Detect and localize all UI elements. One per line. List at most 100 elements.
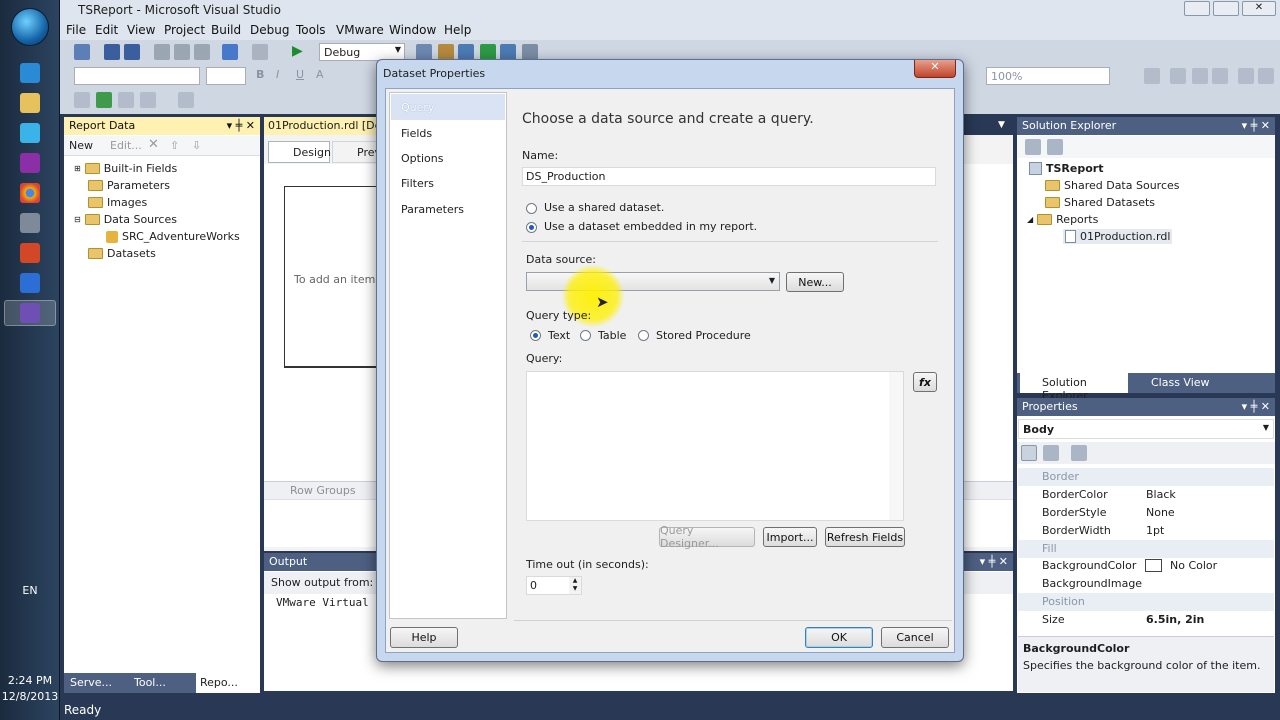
ie-taskbar-icon[interactable] xyxy=(4,60,56,86)
class-view-tab[interactable]: Class View xyxy=(1151,376,1210,389)
menu-window[interactable]: Window xyxy=(389,23,436,37)
tree-data-sources[interactable]: ⊟ Data Sources xyxy=(74,213,177,226)
ok-button[interactable]: OK xyxy=(805,627,873,648)
reports-node[interactable]: ◢ Reports xyxy=(1027,213,1098,226)
help-button[interactable]: Help xyxy=(390,627,458,648)
solution-explorer-icon[interactable] xyxy=(500,44,516,60)
nav-parameters[interactable]: Parameters xyxy=(401,203,464,216)
start-debug-icon[interactable]: ▶ xyxy=(292,43,303,59)
align-middles-icon[interactable] xyxy=(1238,68,1254,84)
menu-view[interactable]: View xyxy=(127,23,155,37)
copy-icon[interactable] xyxy=(174,44,190,60)
tree-datasource-item[interactable]: SRC_AdventureWorks xyxy=(106,230,240,243)
query-designer-button[interactable]: Query Designer... xyxy=(659,524,755,550)
server-explorer-tab[interactable]: Serve... xyxy=(70,676,112,689)
onenote-taskbar-icon[interactable] xyxy=(4,150,56,176)
shared-data-sources-node[interactable]: Shared Data Sources xyxy=(1045,179,1180,192)
menu-build[interactable]: Build xyxy=(211,23,241,37)
query-type-text-label[interactable]: Text xyxy=(548,329,570,342)
properties-icon[interactable] xyxy=(458,44,474,60)
font-color-icon[interactable]: A xyxy=(316,68,324,81)
cancel-button[interactable]: Cancel xyxy=(881,627,949,648)
paste-icon[interactable] xyxy=(194,44,210,60)
command-window-icon[interactable] xyxy=(522,44,538,60)
query-textbox[interactable] xyxy=(526,371,904,521)
save-icon[interactable] xyxy=(104,44,120,60)
nav-options[interactable]: Options xyxy=(401,152,443,165)
undo-icon[interactable] xyxy=(222,44,238,60)
import-button[interactable]: Import... xyxy=(763,527,817,547)
language-indicator[interactable]: EN xyxy=(0,584,60,597)
layout-icon-2[interactable] xyxy=(96,92,112,108)
tree-images[interactable]: Images xyxy=(88,196,147,209)
prop-background-image[interactable]: BackgroundImage xyxy=(1018,575,1274,593)
app2-taskbar-icon[interactable] xyxy=(4,270,56,296)
prop-size[interactable]: Size 6.5in, 2in xyxy=(1018,611,1274,629)
solution-explorer-tab[interactable]: Solution Explorer xyxy=(1020,373,1128,402)
layout-icon-1[interactable] xyxy=(74,92,90,108)
prop-border-width[interactable]: BorderWidth 1pt xyxy=(1018,522,1274,540)
align-rights-icon[interactable] xyxy=(1192,68,1208,84)
redo-icon[interactable] xyxy=(252,44,268,60)
chrome-taskbar-icon[interactable] xyxy=(4,180,56,206)
shared-dataset-label[interactable]: Use a shared dataset. xyxy=(544,201,664,214)
toolbox-tab[interactable]: Tool... xyxy=(134,676,166,689)
new-datasource-button[interactable]: New... xyxy=(786,272,844,292)
move-up-icon[interactable]: ⇧ xyxy=(170,139,179,152)
prop-border-color[interactable]: BorderColor Black xyxy=(1018,486,1274,504)
object-selector[interactable]: Body ▼ xyxy=(1018,419,1274,439)
query-type-text-radio[interactable] xyxy=(530,330,541,341)
properties-view-icon[interactable] xyxy=(1025,139,1041,155)
object-browser-icon[interactable] xyxy=(480,44,496,60)
delete-icon[interactable]: ✕ xyxy=(148,137,159,152)
close-window-button[interactable]: ✕ xyxy=(1242,1,1276,16)
nav-filters[interactable]: Filters xyxy=(401,177,434,190)
prop-cat-border[interactable]: Border xyxy=(1018,468,1274,486)
menu-help[interactable]: Help xyxy=(444,23,471,37)
tab-dropdown-icon[interactable]: ▼ xyxy=(998,120,1005,130)
design-tab[interactable]: Design xyxy=(268,141,331,163)
new-menu-button[interactable]: New xyxy=(69,139,93,152)
rdl-file-node[interactable]: 01Production.rdl xyxy=(1063,229,1173,244)
minimize-button[interactable] xyxy=(1184,1,1210,16)
alphabetical-icon[interactable] xyxy=(1043,445,1059,461)
embedded-dataset-label[interactable]: Use a dataset embedded in my report. xyxy=(544,220,757,233)
visual-studio-taskbar-icon[interactable] xyxy=(4,300,56,326)
query-type-table-label[interactable]: Table xyxy=(598,329,626,342)
move-down-icon[interactable]: ⇩ xyxy=(192,139,201,152)
font-name-dropdown[interactable] xyxy=(74,67,200,85)
nav-fields[interactable]: Fields xyxy=(401,127,432,140)
property-pages-icon[interactable] xyxy=(1071,445,1087,461)
expression-button[interactable]: fx xyxy=(913,372,937,392)
tree-parameters[interactable]: Parameters xyxy=(88,179,170,192)
dialog-close-button[interactable]: ✕ xyxy=(914,60,956,78)
tree-builtin-fields[interactable]: ⊞ Built-in Fields xyxy=(74,162,177,175)
embedded-dataset-radio[interactable] xyxy=(526,222,537,233)
project-node[interactable]: TSReport xyxy=(1029,162,1103,175)
tree-datasets[interactable]: Datasets xyxy=(88,247,156,260)
prop-cat-fill[interactable]: Fill xyxy=(1018,540,1274,558)
name-field[interactable]: DS_Production xyxy=(522,167,936,186)
edit-button[interactable]: Edit... xyxy=(110,139,142,152)
menu-debug[interactable]: Debug xyxy=(250,23,289,37)
prop-border-style[interactable]: BorderStyle None xyxy=(1018,504,1274,522)
prop-background-color[interactable]: BackgroundColor No Color xyxy=(1018,557,1274,575)
menu-vmware[interactable]: VMware xyxy=(336,23,384,37)
layout-icon-5[interactable] xyxy=(178,92,194,108)
refresh-fields-button[interactable]: Refresh Fields xyxy=(825,527,905,547)
align-centers-icon[interactable] xyxy=(1170,68,1186,84)
bold-icon[interactable]: B xyxy=(256,68,264,81)
maximize-button[interactable] xyxy=(1213,1,1239,16)
show-all-files-icon[interactable] xyxy=(1047,139,1063,155)
menu-edit[interactable]: Edit xyxy=(95,23,118,37)
align-lefts-icon[interactable] xyxy=(1144,68,1160,84)
cut-icon[interactable] xyxy=(154,44,170,60)
tools-taskbar-icon[interactable] xyxy=(4,210,56,236)
query-type-sp-label[interactable]: Stored Procedure xyxy=(656,329,751,342)
italic-icon[interactable]: I xyxy=(276,68,279,81)
new-project-icon[interactable] xyxy=(74,44,90,60)
layout-icon-3[interactable] xyxy=(118,92,134,108)
query-scrollbar[interactable] xyxy=(889,372,903,520)
shared-datasets-node[interactable]: Shared Datasets xyxy=(1045,196,1155,209)
menu-file[interactable]: File xyxy=(66,23,86,37)
